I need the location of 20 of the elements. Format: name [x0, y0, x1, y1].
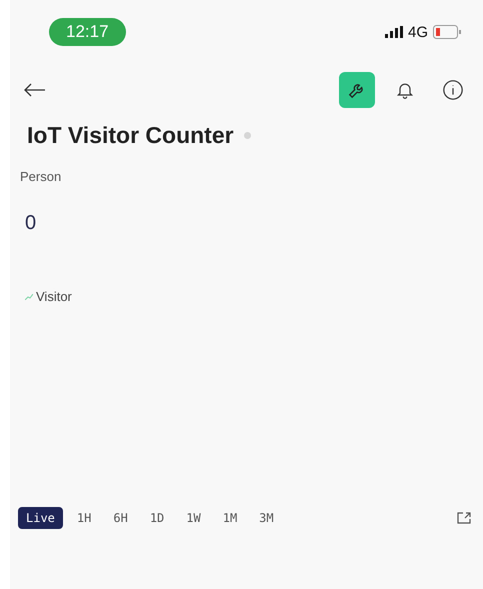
status-time: 12:17 — [49, 18, 126, 46]
time-range-tab[interactable]: 1D — [142, 507, 172, 529]
time-range-tab[interactable]: 1H — [68, 507, 100, 529]
back-arrow-icon[interactable] — [24, 83, 46, 97]
info-icon — [442, 79, 464, 101]
widget-label: Person — [19, 168, 62, 184]
time-range-tab[interactable]: 1M — [214, 507, 246, 529]
time-range-tab[interactable]: 1W — [178, 507, 209, 529]
expand-icon[interactable] — [457, 512, 471, 524]
time-range-tab[interactable]: 6H — [105, 507, 136, 529]
line-legend-icon — [25, 294, 33, 300]
wrench-button[interactable] — [339, 72, 375, 108]
time-range-tab[interactable]: Live — [18, 507, 63, 529]
signal-icon — [384, 26, 403, 38]
counter-value: 0 — [24, 211, 38, 235]
page-title: IoT Visitor Counter — [27, 122, 234, 149]
battery-icon — [433, 25, 461, 39]
legend-label: Visitor — [36, 289, 72, 304]
network-type: 4G — [408, 24, 428, 40]
time-range-tab[interactable]: 3M — [251, 507, 282, 529]
